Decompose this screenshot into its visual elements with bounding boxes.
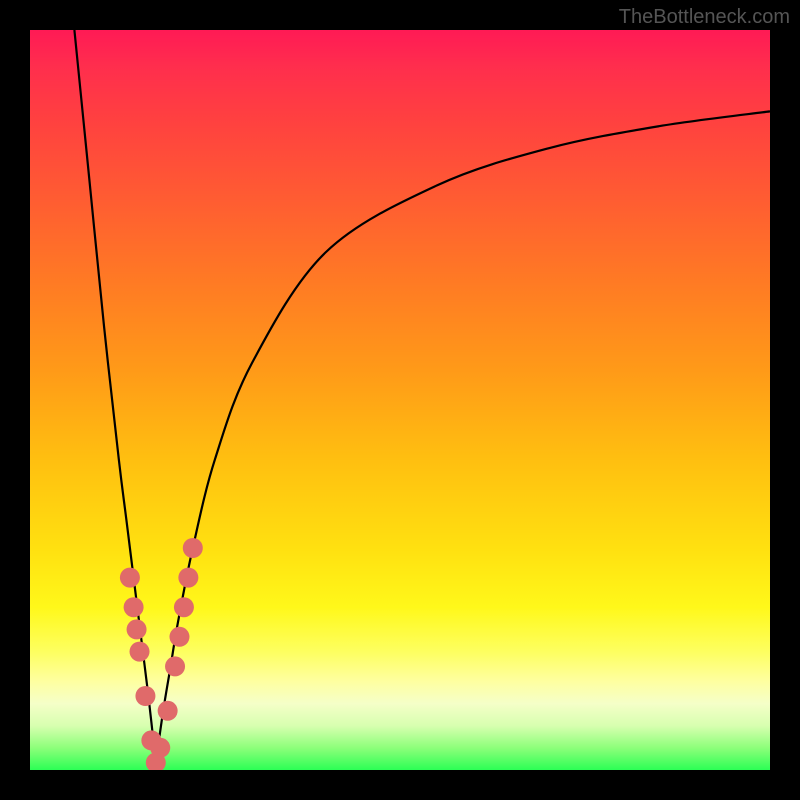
dot	[183, 538, 203, 558]
plot-area	[30, 30, 770, 770]
dot	[130, 642, 150, 662]
highlighted-points	[120, 538, 203, 770]
dot	[120, 568, 140, 588]
dot	[165, 656, 185, 676]
dot	[158, 701, 178, 721]
dot	[124, 597, 144, 617]
curve-right-branch	[156, 111, 770, 762]
dot	[178, 568, 198, 588]
dot	[135, 686, 155, 706]
curves-svg	[30, 30, 770, 770]
dot	[127, 619, 147, 639]
dot	[169, 627, 189, 647]
chart-frame: TheBottleneck.com	[0, 0, 800, 800]
dot	[150, 738, 170, 758]
watermark-text: TheBottleneck.com	[619, 6, 790, 29]
dot	[174, 597, 194, 617]
